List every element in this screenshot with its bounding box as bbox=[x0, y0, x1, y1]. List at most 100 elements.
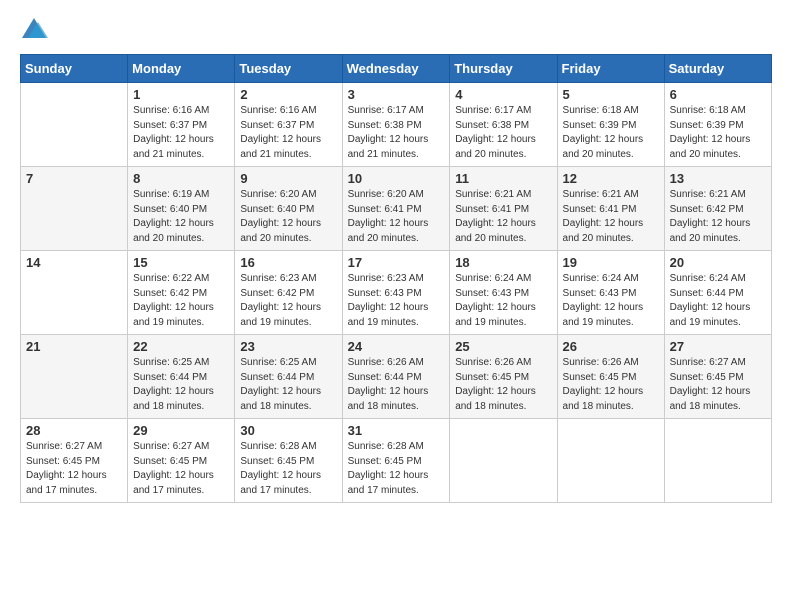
day-info: Sunrise: 6:27 AM Sunset: 6:45 PM Dayligh… bbox=[670, 356, 766, 414]
day-number: 7 bbox=[26, 171, 122, 186]
calendar-cell: 29Sunrise: 6:27 AM Sunset: 6:45 PM Dayli… bbox=[128, 419, 235, 503]
day-info: Sunrise: 6:24 AM Sunset: 6:44 PM Dayligh… bbox=[670, 272, 766, 330]
logo bbox=[20, 16, 52, 44]
day-number: 21 bbox=[26, 339, 122, 354]
calendar-cell: 18 Sunrise: 6:24 AM Sunset: 6:43 PM Dayli… bbox=[450, 251, 557, 335]
day-number: 4 bbox=[455, 87, 551, 102]
day-info: Sunrise: 6:20 AM Sunset: 6:40 PM Dayligh… bbox=[240, 188, 336, 246]
day-info: Sunrise: 6:28 AM Sunset: 6:45 PM Dayligh… bbox=[240, 440, 336, 498]
day-info: Sunrise: 6:21 AM Sunset: 6:42 PM Dayligh… bbox=[670, 188, 766, 246]
calendar-cell: 28 Sunrise: 6:27 AM Sunset: 6:45 PM Dayli… bbox=[21, 419, 128, 503]
calendar-cell: 10 Sunrise: 6:20 AM Sunset: 6:41 PM Dayli… bbox=[342, 167, 450, 251]
calendar-cell: 21 bbox=[21, 335, 128, 419]
calendar-header-friday: Friday bbox=[557, 55, 664, 83]
day-info: Sunrise: 6:24 AM Sunset: 6:43 PM Dayligh… bbox=[563, 272, 659, 330]
calendar-header-sunday: Sunday bbox=[21, 55, 128, 83]
calendar-header-monday: Monday bbox=[128, 55, 235, 83]
calendar-header-row: SundayMondayTuesdayWednesdayThursdayFrid… bbox=[21, 55, 772, 83]
day-info: Sunrise: 6:17 AM Sunset: 6:38 PM Dayligh… bbox=[455, 104, 551, 162]
day-number: 17 bbox=[348, 255, 445, 270]
header bbox=[20, 16, 772, 44]
calendar-cell bbox=[664, 419, 771, 503]
day-info: Sunrise: 6:28 AM Sunset: 6:45 PM Dayligh… bbox=[348, 440, 445, 498]
day-info: Sunrise: 6:19 AM Sunset: 6:40 PM Dayligh… bbox=[133, 188, 229, 246]
calendar-week-row: 1 Sunrise: 6:16 AM Sunset: 6:37 PM Daylig… bbox=[21, 83, 772, 167]
calendar-cell: 1 Sunrise: 6:16 AM Sunset: 6:37 PM Daylig… bbox=[128, 83, 235, 167]
day-number: 16 bbox=[240, 255, 336, 270]
calendar-week-row: 14 15 Sunrise: 6:22 AM Sunset: 6:42 PM Day… bbox=[21, 251, 772, 335]
calendar-table: SundayMondayTuesdayWednesdayThursdayFrid… bbox=[20, 54, 772, 503]
day-info: Sunrise: 6:18 AM Sunset: 6:39 PM Dayligh… bbox=[563, 104, 659, 162]
day-info: Sunrise: 6:17 AM Sunset: 6:38 PM Dayligh… bbox=[348, 104, 445, 162]
day-number: 20 bbox=[670, 255, 766, 270]
day-number: 2 bbox=[240, 87, 336, 102]
day-number: 30 bbox=[240, 423, 336, 438]
day-number: 10 bbox=[348, 171, 445, 186]
day-number: 6 bbox=[670, 87, 766, 102]
day-number: 11 bbox=[455, 171, 551, 186]
day-number: 27 bbox=[670, 339, 766, 354]
day-number: 26 bbox=[563, 339, 659, 354]
calendar-cell: 31 Sunrise: 6:28 AM Sunset: 6:45 PM Dayli… bbox=[342, 419, 450, 503]
calendar-cell: 6 Sunrise: 6:18 AM Sunset: 6:39 PM Daylig… bbox=[664, 83, 771, 167]
day-info: Sunrise: 6:27 AM Sunset: 6:45 PM Dayligh… bbox=[26, 440, 122, 498]
calendar-cell: 3 Sunrise: 6:17 AM Sunset: 6:38 PM Daylig… bbox=[342, 83, 450, 167]
calendar-cell: 4 Sunrise: 6:17 AM Sunset: 6:38 PM Daylig… bbox=[450, 83, 557, 167]
calendar-cell: 8 Sunrise: 6:19 AM Sunset: 6:40 PM Daylig… bbox=[128, 167, 235, 251]
calendar-cell: 2 Sunrise: 6:16 AM Sunset: 6:37 PM Daylig… bbox=[235, 83, 342, 167]
calendar-cell: 19 Sunrise: 6:24 AM Sunset: 6:43 PM Dayli… bbox=[557, 251, 664, 335]
calendar-cell: 30 Sunrise: 6:28 AM Sunset: 6:45 PM Dayli… bbox=[235, 419, 342, 503]
calendar-cell bbox=[21, 83, 128, 167]
day-number: 25 bbox=[455, 339, 551, 354]
calendar-cell: 22Sunrise: 6:25 AM Sunset: 6:44 PM Dayli… bbox=[128, 335, 235, 419]
calendar-header-wednesday: Wednesday bbox=[342, 55, 450, 83]
day-number: 14 bbox=[26, 255, 122, 270]
day-number: 1 bbox=[133, 87, 229, 102]
day-number: 24 bbox=[348, 339, 445, 354]
calendar-cell: 27 Sunrise: 6:27 AM Sunset: 6:45 PM Dayli… bbox=[664, 335, 771, 419]
calendar-cell: 5 Sunrise: 6:18 AM Sunset: 6:39 PM Daylig… bbox=[557, 83, 664, 167]
logo-icon bbox=[20, 16, 48, 44]
calendar-cell: 26 Sunrise: 6:26 AM Sunset: 6:45 PM Dayli… bbox=[557, 335, 664, 419]
day-info: Sunrise: 6:26 AM Sunset: 6:45 PM Dayligh… bbox=[563, 356, 659, 414]
calendar-cell: 17 Sunrise: 6:23 AM Sunset: 6:43 PM Dayli… bbox=[342, 251, 450, 335]
day-number: 8 bbox=[133, 171, 229, 186]
day-info: Sunrise: 6:16 AM Sunset: 6:37 PM Dayligh… bbox=[133, 104, 229, 162]
day-info: Sunrise: 6:25 AM Sunset: 6:44 PM Dayligh… bbox=[240, 356, 336, 414]
day-info: Sunrise: 6:18 AM Sunset: 6:39 PM Dayligh… bbox=[670, 104, 766, 162]
calendar-cell: 11 Sunrise: 6:21 AM Sunset: 6:41 PM Dayli… bbox=[450, 167, 557, 251]
day-number: 3 bbox=[348, 87, 445, 102]
day-number: 5 bbox=[563, 87, 659, 102]
day-info: Sunrise: 6:26 AM Sunset: 6:44 PM Dayligh… bbox=[348, 356, 445, 414]
calendar-week-row: 28 Sunrise: 6:27 AM Sunset: 6:45 PM Dayli… bbox=[21, 419, 772, 503]
day-info: Sunrise: 6:27 AM Sunset: 6:45 PM Dayligh… bbox=[133, 440, 229, 498]
day-info: Sunrise: 6:22 AM Sunset: 6:42 PM Dayligh… bbox=[133, 272, 229, 330]
day-info: Sunrise: 6:20 AM Sunset: 6:41 PM Dayligh… bbox=[348, 188, 445, 246]
day-number: 13 bbox=[670, 171, 766, 186]
calendar-header-thursday: Thursday bbox=[450, 55, 557, 83]
day-info: Sunrise: 6:21 AM Sunset: 6:41 PM Dayligh… bbox=[563, 188, 659, 246]
day-number: 28 bbox=[26, 423, 122, 438]
calendar-cell: 7 bbox=[21, 167, 128, 251]
day-number: 19 bbox=[563, 255, 659, 270]
calendar-cell: 23Sunrise: 6:25 AM Sunset: 6:44 PM Dayli… bbox=[235, 335, 342, 419]
day-info: Sunrise: 6:21 AM Sunset: 6:41 PM Dayligh… bbox=[455, 188, 551, 246]
calendar-cell: 9 Sunrise: 6:20 AM Sunset: 6:40 PM Daylig… bbox=[235, 167, 342, 251]
calendar-cell: 13 Sunrise: 6:21 AM Sunset: 6:42 PM Dayli… bbox=[664, 167, 771, 251]
day-number: 31 bbox=[348, 423, 445, 438]
calendar-cell: 15 Sunrise: 6:22 AM Sunset: 6:42 PM Dayli… bbox=[128, 251, 235, 335]
day-info: Sunrise: 6:24 AM Sunset: 6:43 PM Dayligh… bbox=[455, 272, 551, 330]
calendar-cell: 24 Sunrise: 6:26 AM Sunset: 6:44 PM Dayli… bbox=[342, 335, 450, 419]
day-info: Sunrise: 6:23 AM Sunset: 6:43 PM Dayligh… bbox=[348, 272, 445, 330]
calendar-cell: 16 Sunrise: 6:23 AM Sunset: 6:42 PM Dayli… bbox=[235, 251, 342, 335]
day-number: 22 bbox=[133, 339, 229, 354]
day-info: Sunrise: 6:23 AM Sunset: 6:42 PM Dayligh… bbox=[240, 272, 336, 330]
calendar-header-saturday: Saturday bbox=[664, 55, 771, 83]
day-info: Sunrise: 6:16 AM Sunset: 6:37 PM Dayligh… bbox=[240, 104, 336, 162]
day-number: 18 bbox=[455, 255, 551, 270]
day-number: 9 bbox=[240, 171, 336, 186]
calendar-week-row: 78 Sunrise: 6:19 AM Sunset: 6:40 PM Dayli… bbox=[21, 167, 772, 251]
day-number: 15 bbox=[133, 255, 229, 270]
calendar-header-tuesday: Tuesday bbox=[235, 55, 342, 83]
calendar-cell: 25Sunrise: 6:26 AM Sunset: 6:45 PM Dayli… bbox=[450, 335, 557, 419]
